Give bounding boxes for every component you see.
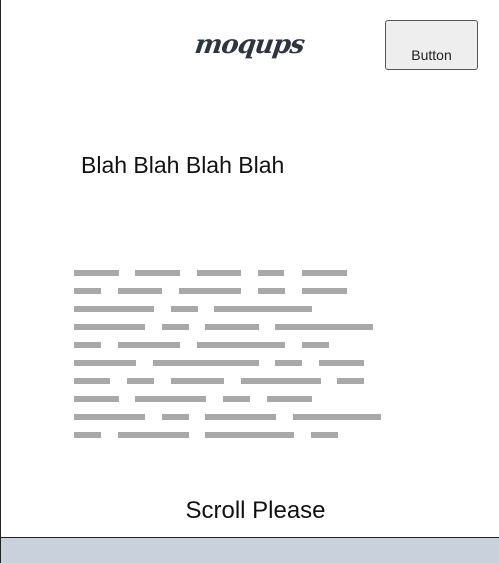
- placeholder-line: [1, 270, 499, 276]
- placeholder-line: [1, 378, 499, 384]
- canvas-frame: moqups Button Blah Blah Blah Blah Scroll…: [0, 0, 499, 537]
- placeholder-text-block: [1, 0, 499, 537]
- placeholder-line: [1, 432, 499, 438]
- placeholder-line: [1, 324, 499, 330]
- scroll-prompt-text: Scroll Please: [185, 497, 326, 524]
- placeholder-line: [1, 306, 499, 312]
- bottom-scroll-region[interactable]: [0, 537, 499, 563]
- placeholder-line: [1, 360, 499, 366]
- placeholder-line: [1, 288, 499, 294]
- placeholder-line: [1, 396, 499, 402]
- placeholder-line: [1, 414, 499, 420]
- placeholder-line: [1, 342, 499, 348]
